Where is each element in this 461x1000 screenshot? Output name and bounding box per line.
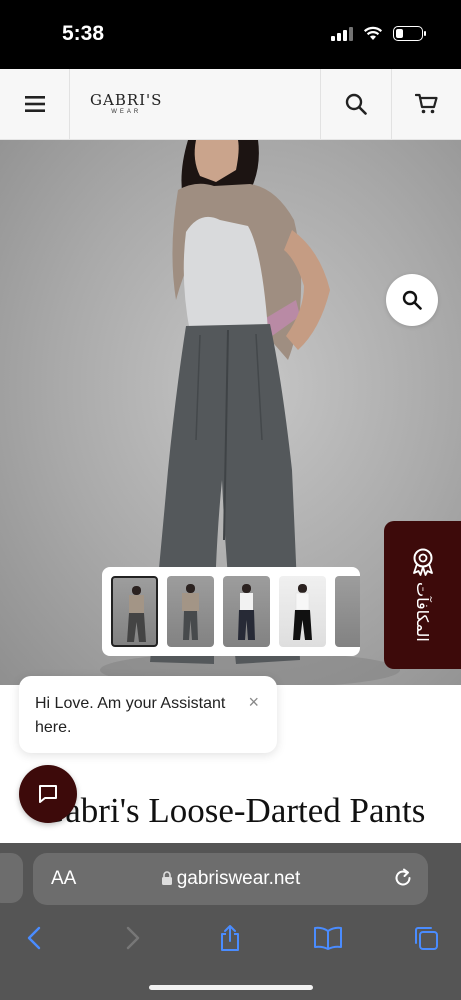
chat-launcher-button[interactable] <box>19 765 77 823</box>
status-icons <box>331 26 426 41</box>
thumbnail-figure <box>238 584 255 640</box>
thumbnail-figure <box>293 584 312 640</box>
award-ribbon-icon <box>412 548 433 576</box>
thumbnail-4[interactable] <box>279 576 326 647</box>
share-button[interactable] <box>210 918 250 958</box>
url-display[interactable]: gabriswear.net <box>33 868 428 890</box>
site-header: GABRI'S WEAR <box>0 69 461 140</box>
share-icon <box>221 925 239 951</box>
search-button[interactable] <box>320 69 391 139</box>
browser-toolbar <box>0 918 461 958</box>
chat-greeting-bubble[interactable]: Hi Love. Am your Assistant here. × <box>19 676 277 753</box>
cellular-signal-icon <box>331 26 353 41</box>
magnifier-icon <box>402 290 422 310</box>
browser-chrome: AA gabriswear.net <box>0 843 461 1000</box>
url-text: gabriswear.net <box>176 868 301 889</box>
search-icon <box>345 93 367 115</box>
wifi-icon <box>363 26 383 40</box>
reload-icon[interactable] <box>392 867 414 889</box>
thumbnail-2[interactable] <box>167 576 214 647</box>
menu-icon <box>24 96 45 112</box>
bookmarks-button[interactable] <box>308 918 348 958</box>
rewards-tab[interactable]: المكافآت <box>384 521 461 669</box>
battery-fill <box>396 29 404 38</box>
thumbnail-3[interactable] <box>223 576 270 647</box>
chat-close-button[interactable]: × <box>248 690 259 714</box>
logo-sub-text: WEAR <box>111 109 142 115</box>
cart-icon <box>414 93 438 114</box>
address-bar[interactable]: AA gabriswear.net <box>33 853 428 905</box>
status-time: 5:38 <box>62 22 105 45</box>
status-bar: 5:38 <box>0 0 461 69</box>
thumbnail-figure <box>182 584 199 640</box>
thumbnail-1[interactable] <box>111 576 158 647</box>
rewards-label: المكافآت <box>413 582 432 642</box>
logo-link[interactable]: GABRI'S WEAR <box>70 69 320 139</box>
zoom-button[interactable] <box>386 274 438 326</box>
logo-main-text: GABRI'S <box>90 91 163 109</box>
chat-greeting-text: Hi Love. Am your Assistant here. <box>35 695 226 736</box>
back-button[interactable] <box>14 918 54 958</box>
previous-tab-stub[interactable] <box>0 853 23 903</box>
forward-icon <box>126 926 140 950</box>
product-title: Gabri's Loose-Darted Pants <box>40 791 426 830</box>
cart-button[interactable] <box>391 69 461 139</box>
thumbnail-figure <box>127 586 146 642</box>
bookmarks-icon <box>314 926 342 950</box>
chat-icon <box>39 785 57 803</box>
lock-icon <box>161 871 172 885</box>
menu-button[interactable] <box>0 69 70 139</box>
home-indicator[interactable] <box>149 985 313 990</box>
back-icon <box>27 926 41 950</box>
tabs-button[interactable] <box>406 918 446 958</box>
battery-icon <box>393 26 426 41</box>
forward-button[interactable] <box>113 918 153 958</box>
logo: GABRI'S WEAR <box>90 91 163 116</box>
thumbnail-5[interactable] <box>335 576 360 647</box>
tabs-icon <box>415 927 438 950</box>
thumbnail-strip <box>102 567 360 656</box>
